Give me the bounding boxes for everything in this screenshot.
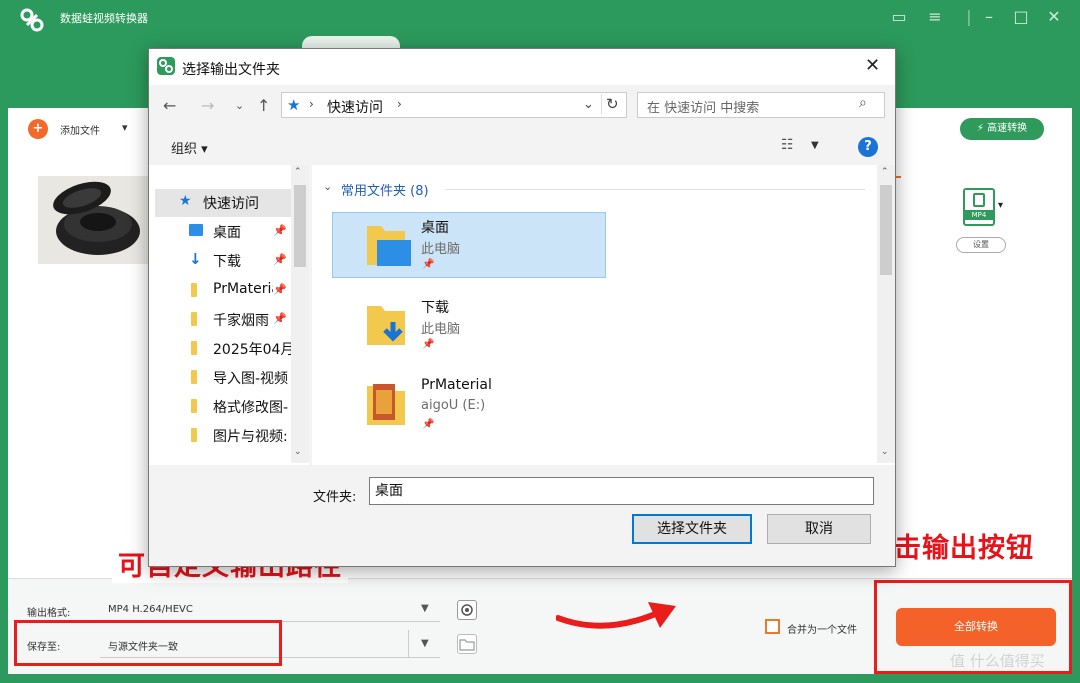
forward-icon[interactable]: → — [201, 96, 214, 115]
scroll-up-icon[interactable]: ⌃ — [294, 167, 302, 177]
folder-input[interactable]: 桌面 — [369, 477, 874, 505]
item-name: 桌面 — [421, 220, 449, 236]
folder-icon — [191, 399, 197, 413]
divider — [408, 630, 409, 658]
folder-icon — [191, 428, 197, 442]
organize-button[interactable]: 组织 ▾ — [171, 138, 208, 157]
output-format-label: 输出格式: — [27, 608, 71, 619]
feedback-icon[interactable]: ▭ — [888, 6, 910, 28]
cancel-button[interactable]: 取消 — [767, 514, 871, 544]
item-name: 下载 — [421, 300, 449, 316]
folder-label: 文件夹: — [313, 490, 357, 505]
search-placeholder: 在 快速访问 中搜索 — [647, 101, 760, 116]
format-file-icon[interactable]: MP4 — [963, 188, 995, 226]
desktop-icon — [189, 224, 203, 236]
refresh-icon[interactable]: ↻ — [606, 95, 619, 113]
pin-icon: 📌 — [273, 312, 287, 325]
folder-icon — [365, 380, 405, 426]
speed-convert-label: 高速转换 — [987, 123, 1028, 134]
tree-item-desktop[interactable]: 桌面 — [213, 222, 273, 242]
breadcrumb-separator: › — [309, 97, 314, 111]
tree-item-folder[interactable]: 千家烟雨 — [213, 310, 273, 330]
scroll-thumb[interactable] — [880, 185, 892, 275]
output-format-select[interactable]: MP4 H.264/HEVC — [108, 604, 193, 615]
item-name: PrMaterial — [421, 377, 492, 393]
item-location: 此电脑 — [421, 242, 461, 257]
tree-item-folder[interactable]: 格式修改图- — [213, 397, 291, 417]
maximize-icon[interactable]: □ — [1010, 6, 1032, 28]
download-icon: ↓ — [189, 250, 202, 268]
breadcrumb-separator: › — [397, 97, 402, 111]
folder-icon — [191, 283, 197, 297]
merge-checkbox[interactable] — [765, 619, 780, 634]
add-file-icon[interactable]: + — [28, 119, 48, 139]
chevron-down-icon[interactable]: ▼ — [811, 140, 819, 151]
search-icon[interactable]: ⌕ — [859, 95, 867, 111]
tree-item-folder[interactable]: PrMaterial — [213, 281, 273, 297]
chevron-down-icon[interactable]: ▼ — [421, 603, 429, 614]
view-options-icon[interactable]: ☷ — [781, 137, 794, 153]
back-icon[interactable]: ← — [163, 96, 176, 115]
chevron-down-icon[interactable]: ▼ — [421, 638, 429, 649]
select-folder-button[interactable]: 选择文件夹 — [632, 514, 752, 544]
scroll-thumb[interactable] — [294, 185, 306, 267]
close-icon[interactable]: ✕ — [1043, 6, 1065, 28]
minimize-icon[interactable]: – — [978, 6, 1000, 28]
merge-label: 合并为一个文件 — [787, 625, 857, 636]
item-location: 此电脑 — [421, 322, 461, 337]
tree-item-downloads[interactable]: 下载 — [213, 251, 273, 271]
folder-icon — [191, 370, 197, 384]
pin-icon: 📌 — [422, 419, 435, 430]
menu-icon[interactable]: ≡ — [924, 6, 946, 28]
app-title: 数据蛙视频转换器 — [60, 12, 148, 25]
pin-icon: 📌 — [273, 283, 287, 296]
folder-icon — [191, 341, 197, 355]
scroll-up-icon[interactable]: ⌃ — [881, 167, 889, 177]
up-icon[interactable]: ↑ — [257, 96, 270, 115]
annotation-arrow-icon — [555, 596, 680, 640]
chevron-down-icon[interactable]: ▾ — [122, 121, 128, 134]
tree-item-folder[interactable]: 图片与视频: — [213, 426, 291, 446]
divider — [601, 94, 602, 114]
chevron-down-icon[interactable]: ▾ — [998, 200, 1003, 211]
annotation-box-save-path — [14, 620, 282, 666]
format-settings-icon[interactable] — [457, 600, 477, 620]
star-icon: ★ — [287, 96, 301, 114]
tree-item-folder[interactable]: 导入图-视频 — [213, 368, 291, 388]
open-folder-icon[interactable] — [457, 634, 477, 654]
select-folder-dialog: 选择输出文件夹 ✕ ← → ⌄ ↑ ★ › 快速访问 › ⌄ ↻ 在 快速访问 … — [148, 48, 896, 567]
scroll-down-icon[interactable]: ⌄ — [294, 447, 302, 457]
add-file-button[interactable]: 添加文件 — [60, 122, 100, 137]
tree-item-folder[interactable]: 2025年04月 — [213, 339, 291, 359]
divider: | — [966, 7, 972, 26]
divider — [445, 189, 865, 190]
divider — [896, 176, 901, 178]
format-settings-button[interactable]: 设置 — [956, 237, 1006, 253]
star-icon: ★ — [179, 193, 192, 209]
dialog-title: 选择输出文件夹 — [182, 62, 280, 78]
pin-icon: 📌 — [422, 339, 435, 350]
close-icon[interactable]: ✕ — [865, 55, 880, 76]
pin-icon: 📌 — [273, 253, 287, 266]
format-badge: MP4 — [965, 210, 993, 220]
speed-convert-button[interactable]: ⚡ 高速转换 — [960, 118, 1044, 140]
video-thumbnail[interactable] — [38, 176, 150, 264]
help-icon[interactable]: ? — [858, 137, 878, 157]
pin-icon: 📌 — [422, 259, 435, 270]
chevron-down-icon[interactable]: ⌄ — [323, 180, 332, 193]
watermark: 值 什么值得买 — [950, 652, 1045, 670]
organize-label: 组织 — [171, 142, 198, 157]
group-title[interactable]: 常用文件夹 (8) — [341, 180, 429, 199]
chevron-down-icon[interactable]: ⌄ — [235, 99, 244, 112]
item-location: aigoU (E:) — [421, 398, 486, 413]
scroll-down-icon[interactable]: ⌄ — [881, 447, 889, 457]
address-text[interactable]: 快速访问 — [327, 97, 383, 117]
chevron-down-icon[interactable]: ⌄ — [583, 97, 594, 112]
desktop-folder-icon — [365, 220, 411, 266]
pin-icon: 📌 — [273, 224, 287, 237]
folder-icon — [191, 312, 197, 326]
download-folder-icon — [365, 300, 405, 346]
dialog-app-icon — [157, 57, 175, 75]
app-logo-icon — [18, 6, 46, 34]
